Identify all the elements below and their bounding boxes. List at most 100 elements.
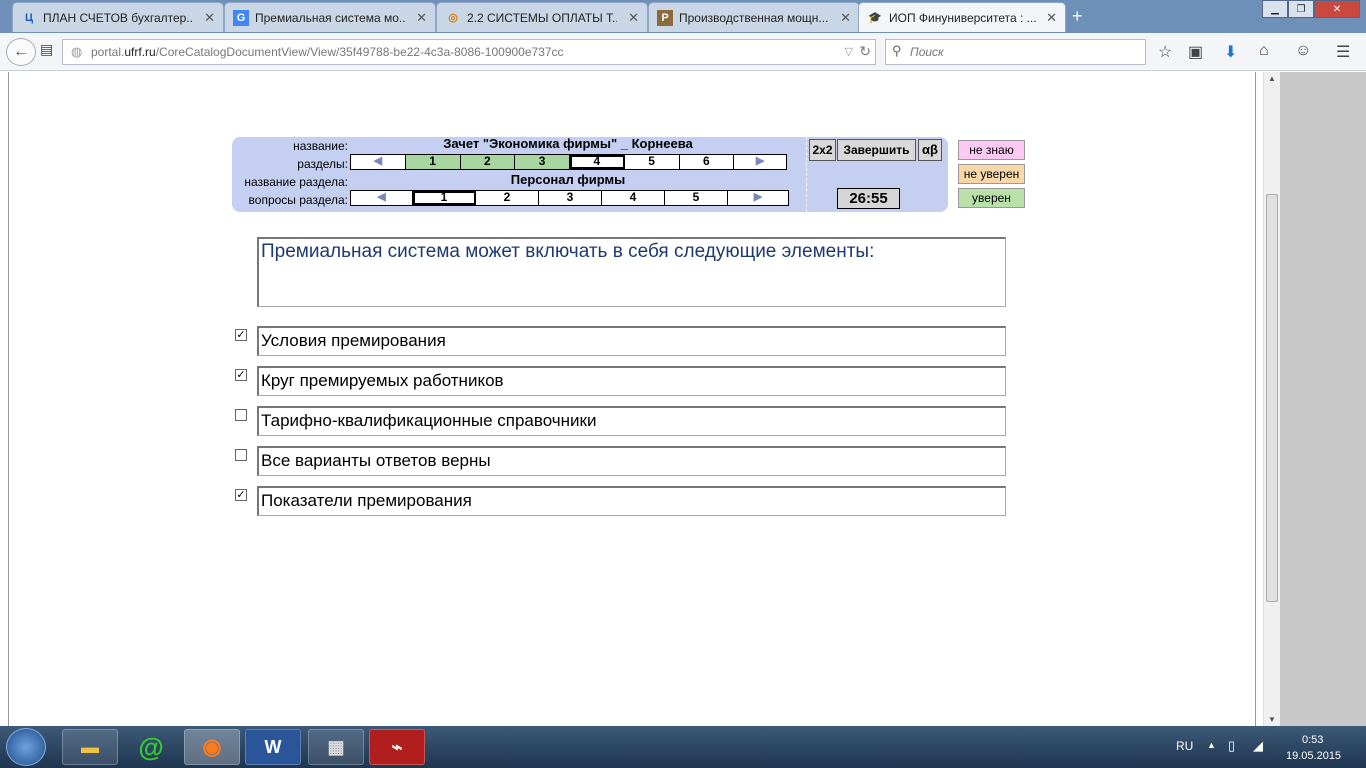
screen: Ц ПЛАН СЧЕТОВ бухгалтер... ✕ G Премиальн… [0,0,1366,768]
not-sure-button[interactable]: не уверен [958,164,1025,184]
search-placeholder: Поиск [910,45,944,59]
tab-favicon-icon: G [233,9,249,26]
finish-button[interactable]: Завершить [837,139,916,161]
new-tab-icon[interactable]: + [1072,6,1083,27]
close-icon[interactable]: ✕ [1046,10,1057,26]
question-cell-4[interactable]: 4 [602,191,665,205]
question-cell-3[interactable]: 3 [539,191,602,205]
clock-time[interactable]: 0:53 [1302,734,1323,746]
reload-icon[interactable]: ↻ [859,43,871,60]
taskbar: ▬ @ ◉ W ▦ ⌁ RU ▲ ▯ ◢ 0:53 19.05.2015 [0,726,1366,768]
home-icon[interactable]: ⌂ [1259,42,1269,60]
firefox-icon[interactable]: ◉ [184,729,240,765]
tab-4[interactable]: P Производственная мощн... ✕ [648,2,860,32]
answer-option-3[interactable]: Тарифно-квалификационные справочники [257,406,1006,436]
bookmark-star-icon[interactable]: ☆ [1158,42,1172,62]
tab-1[interactable]: Ц ПЛАН СЧЕТОВ бухгалтер... ✕ [12,2,224,32]
answer-option-2[interactable]: Круг премируемых работников [257,366,1006,396]
tab-title: Производственная мощн... [679,10,829,25]
tab-favicon-icon: 🎓 [868,12,882,24]
test-name: Зачет "Экономика фирмы" _ Корнеева [443,136,693,151]
tab-2[interactable]: G Премиальная система мо... ✕ [224,2,436,32]
close-icon[interactable]: ✕ [204,10,215,26]
scroll-down-icon[interactable]: ▼ [1268,715,1276,724]
search-input[interactable]: ⚲ Поиск [885,39,1146,65]
scroll-up-icon[interactable]: ▲ [1268,74,1276,83]
url-prefix: portal. [91,45,125,59]
section-cell-6[interactable]: 6 [680,155,735,169]
network-icon[interactable]: ▯ [1228,738,1235,754]
tab-5-active[interactable]: 🎓 ИОП Финуниверситета : ... ✕ [858,2,1066,32]
tab-favicon-icon: Ц [24,11,34,24]
close-icon[interactable]: ✕ [628,10,639,26]
clock-date[interactable]: 19.05.2015 [1286,750,1341,762]
maximize-icon[interactable]: ❐ [1288,0,1314,18]
explorer-icon[interactable]: ▬ [62,729,118,765]
dont-know-button[interactable]: не знаю [958,140,1025,160]
question-cell-2[interactable]: 2 [476,191,539,205]
question-cell-5[interactable]: 5 [665,191,728,205]
dropdown-arrow-icon[interactable]: ▽ [845,45,853,58]
close-icon[interactable]: ✕ [840,10,851,26]
answer-checkbox-2[interactable]: ✓ [235,369,247,381]
question-cell-1[interactable]: 1 [413,191,476,205]
calculator-icon[interactable]: ▦ [308,729,364,765]
tab-favicon-icon: ◎ [448,12,458,24]
tab-favicon-icon: P [657,9,673,26]
label-sections: разделы: [297,157,348,171]
signal-icon[interactable]: ◢ [1253,738,1263,754]
bookmarks-list-icon[interactable]: ▣ [1188,42,1203,62]
question-next-arrow-icon[interactable]: ▶ [728,191,788,205]
question-nav: ◀ 1 2 3 4 5 ▶ [350,190,789,206]
close-icon[interactable]: ✕ [416,10,427,26]
scrollbar[interactable]: ▲ ▼ [1263,72,1280,726]
tab-3[interactable]: ◎ 2.2 СИСТЕМЫ ОПЛАТЫ Т... ✕ [436,2,648,32]
url-bar[interactable]: ◍ portal. ufrf.ru/CoreCatalogDocumentView… [62,39,876,65]
back-arrow-icon[interactable]: ← [6,38,36,66]
sure-button[interactable]: уверен [958,188,1025,208]
word-icon[interactable]: W [245,729,301,765]
label-questions: вопросы раздела: [248,193,348,207]
side-margin [1280,72,1366,726]
search-icon: ⚲ [892,43,902,58]
panel-divider [806,137,807,212]
button-2x2[interactable]: 2x2 [809,139,836,161]
answer-option-1[interactable]: Условия премирования [257,326,1006,356]
pdf-reader-icon[interactable]: ⌁ [369,729,425,765]
library-icon[interactable]: ▤ [40,41,53,58]
timer: 26:55 [837,188,900,209]
language-indicator[interactable]: RU [1176,739,1193,753]
mail-agent-icon[interactable]: @ [123,729,179,765]
tab-title: 2.2 СИСТЕМЫ ОПЛАТЫ Т... [467,10,617,25]
answer-checkbox-1[interactable]: ✓ [235,329,247,341]
answer-checkbox-5[interactable]: ✓ [235,489,247,501]
tab-title: ИОП Финуниверситета : ... [889,10,1037,25]
tray-arrow-icon[interactable]: ▲ [1207,740,1216,750]
url-path: /CoreCatalogDocumentView/View/35f49788-b… [155,45,564,59]
tab-strip: Ц ПЛАН СЧЕТОВ бухгалтер... ✕ G Премиальн… [0,0,1366,33]
section-cell-2[interactable]: 2 [460,155,516,169]
section-next-arrow-icon[interactable]: ▶ [734,155,786,169]
answer-option-5[interactable]: Показатели премирования [257,486,1006,516]
menu-icon[interactable]: ☰ [1336,42,1350,62]
download-icon[interactable]: ⬇ [1224,42,1237,62]
section-prev-arrow-icon[interactable]: ◀ [351,155,406,169]
answer-checkbox-3[interactable] [235,409,247,421]
button-alpha-beta[interactable]: αβ [918,139,942,161]
section-nav: ◀ 1 2 3 4 5 6 ▶ [350,154,787,170]
label-test-name: название: [293,139,348,153]
scroll-thumb[interactable] [1266,194,1278,602]
close-window-icon[interactable]: ✕ [1314,0,1360,18]
section-cell-5[interactable]: 5 [625,155,680,169]
answer-checkbox-4[interactable] [235,449,247,461]
section-cell-1[interactable]: 1 [405,155,461,169]
section-cell-4[interactable]: 4 [570,155,625,169]
section-name: Персонал фирмы [510,172,626,187]
windows-start-icon[interactable] [6,728,46,766]
minimize-icon[interactable]: ▁ [1262,0,1288,18]
smiley-icon[interactable]: ☺ [1295,42,1311,60]
answer-option-4[interactable]: Все варианты ответов верны [257,446,1006,476]
section-cell-3[interactable]: 3 [515,155,570,169]
question-prev-arrow-icon[interactable]: ◀ [351,191,413,205]
nav-bar: ← ▤ ◍ portal. ufrf.ru/CoreCatalogDocument… [0,33,1366,71]
